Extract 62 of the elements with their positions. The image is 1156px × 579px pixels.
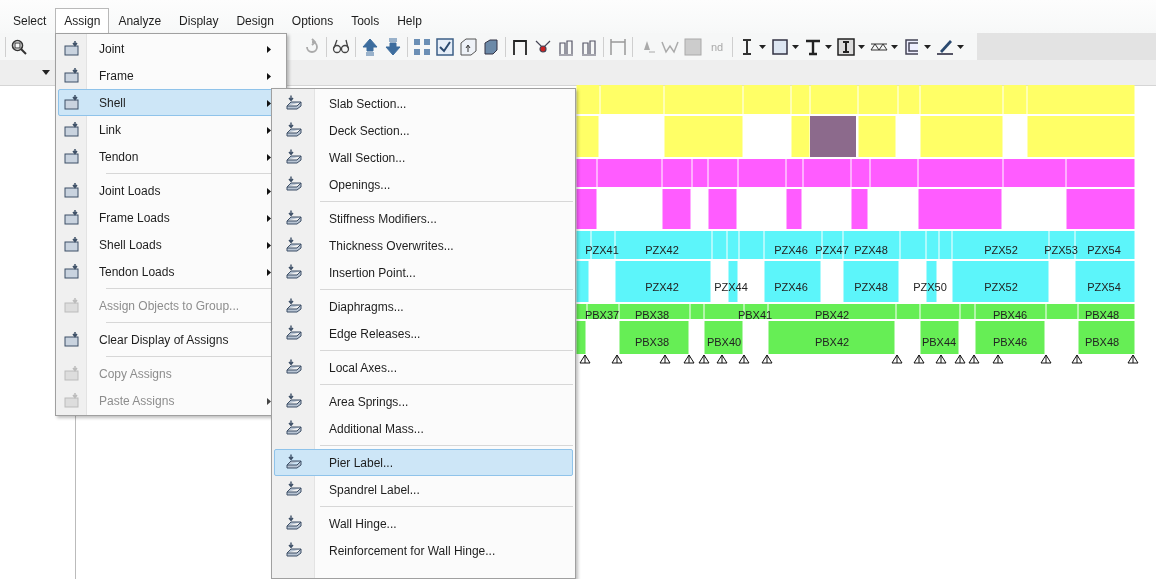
pier-label: PZX46	[774, 244, 808, 256]
caret-icon[interactable]	[759, 44, 767, 49]
pier-label: PZX52	[984, 281, 1018, 293]
caret-icon[interactable]	[792, 44, 800, 49]
checkbox-icon[interactable]	[436, 37, 454, 56]
caret-icon[interactable]	[924, 44, 932, 49]
down-arrow-icon[interactable]	[384, 37, 402, 56]
pier-label: PZX42	[645, 281, 679, 293]
spandrel-label: PBX48	[1084, 309, 1120, 321]
glasses-icon[interactable]	[332, 37, 350, 56]
pier-label: PZX48	[854, 244, 888, 256]
zoom-icon[interactable]	[11, 38, 27, 55]
menu-bar-item[interactable]: Analyze	[109, 8, 171, 33]
chart-icon[interactable]	[557, 37, 575, 56]
pier-label: PZX42	[645, 244, 679, 256]
spandrel-label: PBX40	[706, 336, 742, 348]
spandrel-label: PBX38	[634, 336, 670, 348]
spandrel-label: PBX48	[1084, 336, 1120, 348]
spandrel-label: PBX44	[921, 336, 957, 348]
menu-item[interactable]: Spandrel Label...	[274, 476, 573, 503]
t-beam-icon[interactable]	[804, 37, 823, 56]
spandrel-label: PBX38	[634, 309, 670, 321]
pier-label: PZX48	[854, 281, 888, 293]
menu-item[interactable]: Joint	[58, 35, 284, 62]
spandrel-label: PBX37	[584, 309, 620, 321]
spandrel-label: PBX42	[814, 309, 850, 321]
up-arrow-icon[interactable]	[361, 37, 379, 56]
menu-item[interactable]: Frame	[58, 62, 284, 89]
caret-icon[interactable]	[957, 44, 965, 49]
square-icon[interactable]	[771, 37, 790, 56]
pier-label: PZX54	[1087, 281, 1121, 293]
menu-bar-item[interactable]: Select	[4, 8, 56, 33]
i-section-icon[interactable]	[837, 37, 856, 56]
menu-item[interactable]: Additional Mass...	[274, 415, 573, 442]
pier-label: PZX41	[585, 244, 619, 256]
frame-icon[interactable]	[511, 37, 529, 56]
menu-bar-item[interactable]: Assign	[55, 8, 110, 33]
spandrel-label: PBX46	[992, 336, 1028, 348]
pier-label: PZX54	[1087, 244, 1121, 256]
menu-item[interactable]: Pier Label...	[274, 449, 573, 476]
spandrel-label: PBX42	[814, 336, 850, 348]
grid-icon[interactable]	[413, 37, 431, 56]
spandrel-label: PBX41	[737, 309, 773, 321]
menu-bar-item[interactable]: Options	[282, 8, 343, 33]
pen-icon[interactable]	[936, 37, 955, 56]
caret-icon[interactable]	[858, 44, 866, 49]
menu-bar-item[interactable]: Tools	[342, 8, 389, 33]
cube-icon[interactable]	[459, 37, 477, 56]
pier-label: PZX52	[984, 244, 1018, 256]
slab-icon	[285, 94, 303, 113]
caret-icon[interactable]	[891, 44, 899, 49]
menu-bar-item[interactable]: Display	[170, 8, 228, 33]
menu-bar-item[interactable]: Design	[227, 8, 283, 33]
pier-label: PZX47	[815, 244, 849, 256]
dropdown-caret-icon[interactable]	[42, 70, 50, 75]
caret-icon[interactable]	[825, 44, 833, 49]
menu-item[interactable]: Reinforcement for Wall Hinge...	[274, 537, 573, 564]
menu-item[interactable]: Wall Hinge...	[274, 510, 573, 537]
spandrel-label: PBX46	[992, 309, 1028, 321]
pier-label: PZX46	[774, 281, 808, 293]
pier-label: PZX53	[1044, 244, 1078, 256]
menu-bar-item[interactable]: Help	[388, 8, 431, 33]
